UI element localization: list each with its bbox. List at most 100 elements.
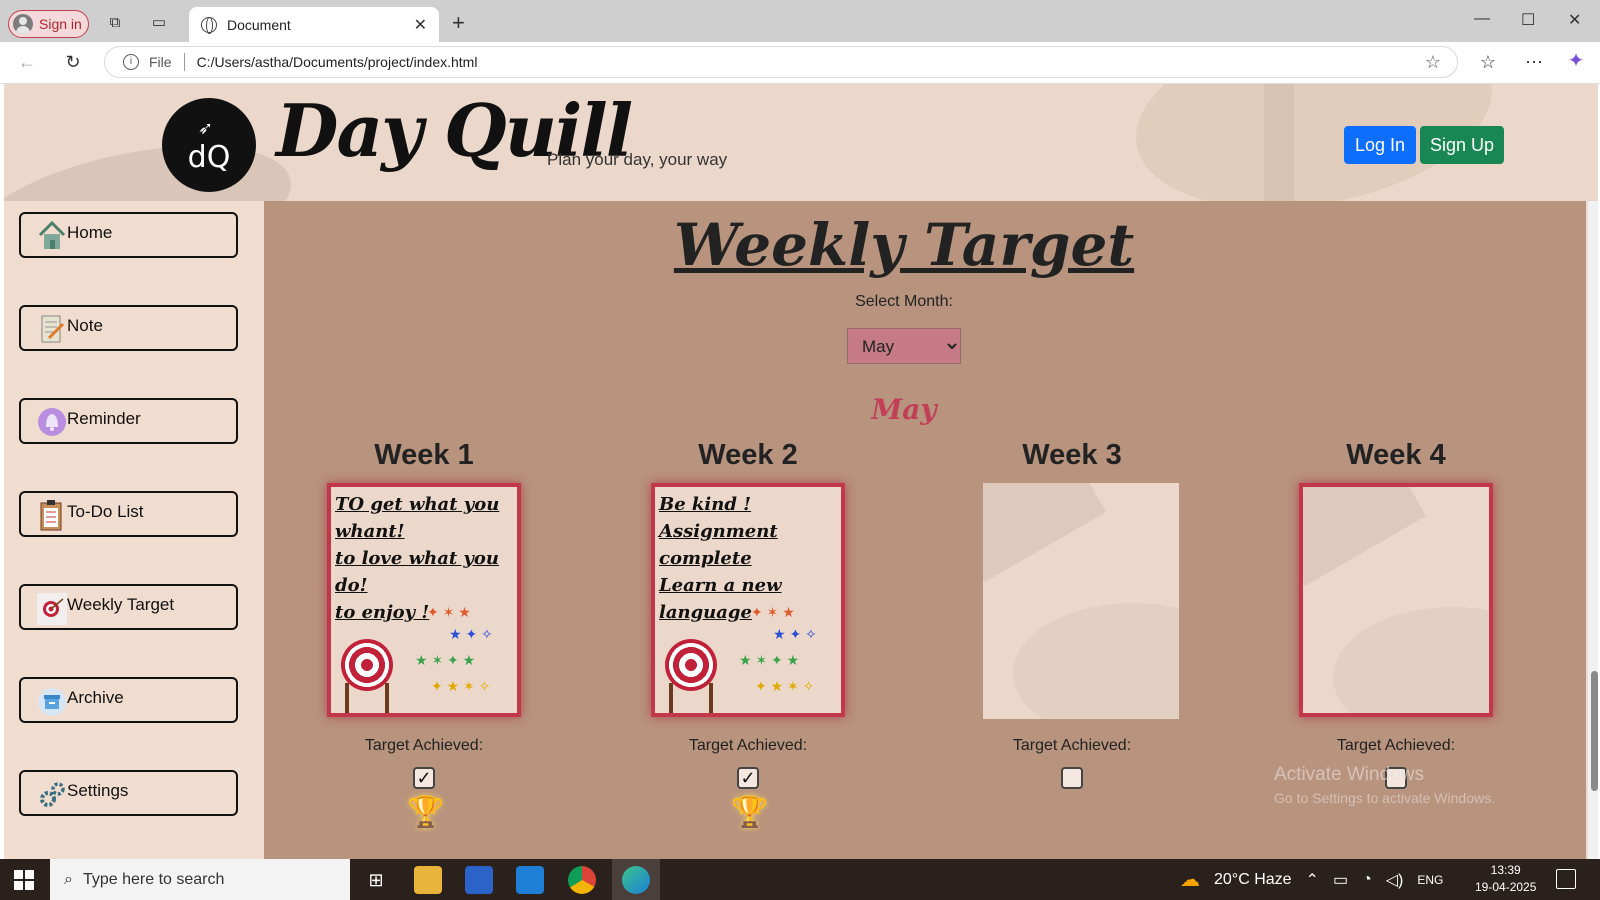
notepad-icon [41, 315, 65, 343]
windows-start-icon[interactable] [14, 870, 34, 890]
more-menu-icon[interactable]: ⋯ [1525, 53, 1543, 71]
target-achieved-label: Target Achieved: [1012, 737, 1132, 754]
system-tray: ☁ 20°C Haze ⌃ ▭ ◔ ◁) ENG [1180, 859, 1443, 900]
week-1-target-card[interactable]: TO get what you whant! to love what you … [327, 483, 521, 717]
week-1-heading: Week 1 [314, 439, 534, 472]
sidebar-item-label: Archive [67, 688, 124, 707]
microsoft-store-icon[interactable] [465, 866, 493, 894]
battery-icon[interactable]: ▭ [1333, 870, 1348, 890]
card-background-shape [1013, 603, 1179, 719]
target-line: Learn a new language [659, 575, 782, 623]
logo-text: dQ [187, 140, 231, 175]
signup-button[interactable]: Sign Up [1420, 126, 1504, 164]
taskbar-clock[interactable]: 13:39 19-04-2025 [1475, 862, 1536, 896]
sidebar-item-label: Weekly Target [67, 595, 175, 614]
sidebar-item-reminder[interactable]: Reminder [19, 398, 238, 444]
back-icon[interactable]: ← [18, 53, 36, 71]
quill-wing-icon: ➶ [198, 118, 214, 138]
sidebar-item-label: Note [67, 316, 103, 335]
wifi-icon[interactable]: ◔ [1362, 871, 1372, 889]
copilot-icon[interactable]: ✦ [1567, 51, 1585, 71]
week-title: Week 3 [1022, 439, 1122, 471]
sidebar-item-note[interactable]: Note [19, 305, 238, 351]
trophy-icon: 🏆 [731, 796, 769, 829]
taskbar-search[interactable]: ⌕ Type here to search [50, 859, 350, 900]
notification-icon[interactable] [1556, 869, 1576, 889]
chrome-icon[interactable] [568, 866, 596, 894]
sidebar-item-home[interactable]: Home [19, 212, 238, 258]
week-2-target-card[interactable]: Be kind ! Assignment complete Learn a ne… [651, 483, 845, 717]
site-logo[interactable]: ➶ dQ [162, 98, 256, 192]
browser-signin-button[interactable]: Sign in [8, 10, 89, 38]
week-3-heading: Week 3 [962, 439, 1182, 472]
confetti: ✦ ★ ✶ ✧ [431, 678, 491, 694]
signin-label: Sign in [39, 16, 82, 32]
weather-icon[interactable]: ☁ [1180, 867, 1200, 892]
activate-windows-hint: Go to Settings to activate Windows. [1274, 790, 1495, 806]
language-indicator[interactable]: ENG [1417, 873, 1443, 887]
confetti: ✦ ★ ✶ ✧ [755, 678, 815, 694]
target-line: Be kind ! [659, 494, 752, 515]
week-1-achieved-checkbox[interactable]: ✓ [413, 767, 435, 789]
task-view-icon[interactable]: ⊞ [362, 866, 390, 894]
sidebar-item-weekly-target[interactable]: Weekly Target [19, 584, 238, 630]
week-4-target-card[interactable] [1299, 483, 1493, 717]
page-scrollbar[interactable] [1588, 201, 1598, 859]
sidebar-item-todo[interactable]: To-Do List [19, 491, 238, 537]
home-icon [38, 220, 66, 249]
workspaces-icon[interactable]: ⧉ [106, 14, 124, 32]
target-notes[interactable]: Be kind ! Assignment complete Learn a ne… [659, 491, 837, 626]
mail-icon[interactable] [516, 866, 544, 894]
target-achieved-label: Target Achieved: [364, 737, 484, 754]
decor-blob [4, 121, 303, 201]
month-select[interactable]: May [847, 328, 961, 364]
tab-title: Document [227, 16, 291, 33]
refresh-icon[interactable]: ↻ [64, 53, 82, 71]
info-icon[interactable]: i [123, 54, 139, 70]
browser-tab-bar: Sign in ⧉ ▭ Document ✕ + — ☐ ✕ [0, 0, 1600, 42]
week-3-achieved-checkbox[interactable] [1061, 767, 1083, 789]
sidebar-item-label: To-Do List [67, 502, 144, 521]
edge-icon[interactable] [622, 866, 650, 894]
clock-date: 19-04-2025 [1475, 880, 1537, 894]
target-notes[interactable]: TO get what you whant! to love what you … [335, 491, 513, 626]
close-window-icon[interactable]: ✕ [1568, 10, 1581, 30]
volume-icon[interactable]: ◁) [1386, 870, 1404, 890]
confetti: ✦ ✶ ★ [751, 604, 795, 620]
card-background-shape [1333, 607, 1489, 713]
address-bar-row: ← ↻ i File C:/Users/astha/Documents/proj… [0, 42, 1600, 84]
profile-avatar-icon [13, 14, 33, 34]
page-title: Weekly Target [673, 211, 1135, 279]
login-button[interactable]: Log In [1344, 126, 1416, 164]
archive-icon [38, 688, 66, 716]
week-4-heading: Week 4 [1286, 439, 1506, 472]
weekly-target-panel: Weekly Target Select Month: May May Week… [264, 201, 1586, 859]
trophy-icon: 🏆 [407, 796, 445, 829]
new-tab-button[interactable]: + [452, 10, 465, 36]
url-field[interactable]: i File C:/Users/astha/Documents/project/… [104, 46, 1458, 78]
url-text: C:/Users/astha/Documents/project/index.h… [196, 54, 478, 70]
target-line: Assignment complete [659, 521, 778, 569]
sidebar-item-settings[interactable]: Settings [19, 770, 238, 816]
url-separator [183, 53, 185, 71]
confetti: ★ ✶ ✦ ★ [415, 652, 476, 668]
browser-tab[interactable]: Document ✕ [189, 7, 439, 42]
tab-actions-icon[interactable]: ▭ [150, 14, 168, 32]
month-heading: May [871, 393, 937, 426]
maximize-icon[interactable]: ☐ [1521, 10, 1535, 30]
chevron-up-icon[interactable]: ⌃ [1306, 870, 1319, 890]
sidebar-item-archive[interactable]: Archive [19, 677, 238, 723]
target-line: to love what you do! [335, 548, 499, 596]
favorites-icon[interactable]: ☆ [1479, 53, 1497, 71]
scrollbar-thumb[interactable] [1591, 671, 1598, 791]
favorite-star-icon[interactable]: ☆ [1425, 52, 1441, 73]
weather-text[interactable]: 20°C Haze [1214, 871, 1292, 889]
file-explorer-icon[interactable] [414, 866, 442, 894]
confetti: ✦ ✶ ★ [427, 604, 471, 620]
week-2-achieved-checkbox[interactable]: ✓ [737, 767, 759, 789]
week-2-heading: Week 2 [638, 439, 858, 472]
clock-time: 13:39 [1490, 863, 1521, 877]
minimize-icon[interactable]: — [1474, 10, 1490, 28]
close-tab-icon[interactable]: ✕ [414, 15, 427, 35]
week-3-target-card[interactable] [983, 483, 1179, 719]
